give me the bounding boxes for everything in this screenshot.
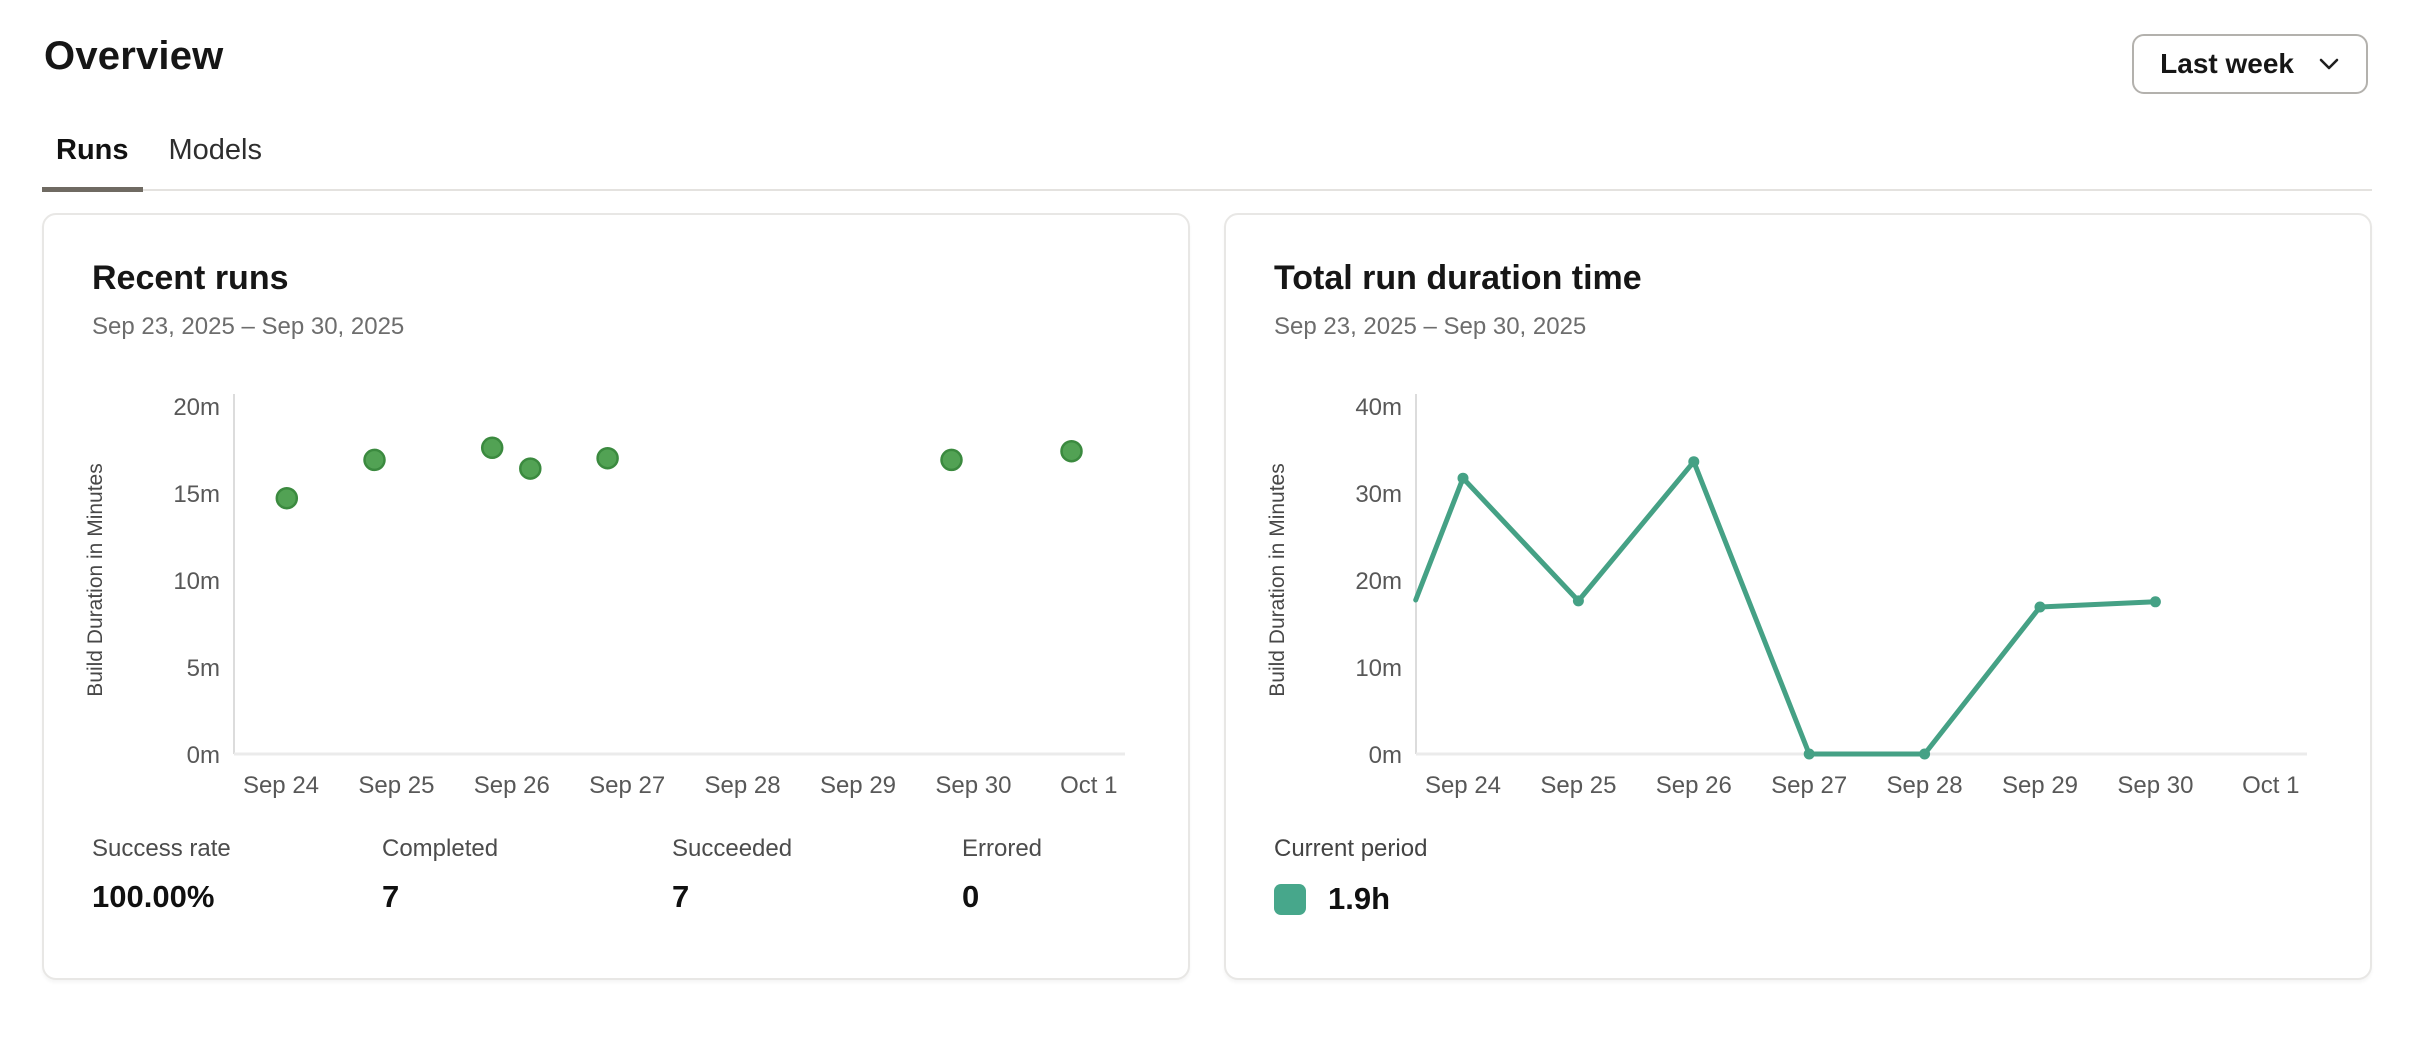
tab-models[interactable]: Models — [155, 130, 277, 192]
svg-text:0m: 0m — [187, 742, 220, 769]
stat-value: 100.00% — [92, 879, 382, 915]
page-title: Overview — [44, 34, 224, 79]
svg-text:10m: 10m — [173, 568, 220, 595]
chart-legend: Current period 1.9h — [1274, 835, 1427, 917]
svg-text:Build Duration in Minutes: Build Duration in Minutes — [1266, 463, 1289, 696]
svg-text:Sep 26: Sep 26 — [474, 772, 550, 799]
run-stats-row: Success rate 100.00% Completed 7 Succeed… — [92, 835, 1252, 915]
tab-runs[interactable]: Runs — [42, 130, 143, 192]
svg-text:0m: 0m — [1369, 742, 1402, 769]
recent-runs-scatter-chart: 0m 5m 10m 15m 20m Sep 24 Sep 25 Sep 26 Sep 27 Sep… — [44, 375, 1192, 815]
stat-value: 7 — [672, 879, 962, 915]
svg-text:Oct 1: Oct 1 — [1060, 772, 1117, 799]
legend-value: 1.9h — [1328, 881, 1390, 917]
recent-runs-title: Recent runs — [92, 259, 289, 298]
svg-text:Sep 30: Sep 30 — [935, 772, 1011, 799]
svg-text:30m: 30m — [1355, 481, 1402, 508]
period-selector-dropdown[interactable]: Last week — [2132, 34, 2368, 94]
stat-succeeded: Succeeded 7 — [672, 835, 962, 915]
recent-runs-date-range: Sep 23, 2025 – Sep 30, 2025 — [92, 313, 404, 341]
legend-row: 1.9h — [1274, 881, 1427, 917]
svg-text:Sep 26: Sep 26 — [1656, 772, 1732, 799]
legend-color-swatch — [1274, 884, 1306, 915]
svg-text:Oct 1: Oct 1 — [2242, 772, 2299, 799]
total-run-duration-card: Total run duration time Sep 23, 2025 – S… — [1224, 213, 2372, 980]
svg-text:Sep 28: Sep 28 — [1887, 772, 1963, 799]
svg-text:Sep 29: Sep 29 — [820, 772, 896, 799]
stat-label: Success rate — [92, 835, 382, 863]
svg-text:Sep 27: Sep 27 — [1771, 772, 1847, 799]
recent-runs-card: Recent runs Sep 23, 2025 – Sep 30, 2025 … — [42, 213, 1190, 980]
total-run-duration-line-chart: 0m 10m 20m 30m 40m Sep 24 Sep 25 Sep 26 Sep 27 Se… — [1226, 375, 2374, 815]
svg-text:20m: 20m — [1355, 568, 1402, 595]
svg-text:Sep 25: Sep 25 — [358, 772, 434, 799]
svg-text:15m: 15m — [173, 481, 220, 508]
svg-text:20m: 20m — [173, 394, 220, 421]
svg-text:5m: 5m — [187, 655, 220, 682]
stat-success-rate: Success rate 100.00% — [92, 835, 382, 915]
svg-text:10m: 10m — [1355, 655, 1402, 682]
chevron-down-icon — [2318, 57, 2340, 71]
svg-text:Sep 28: Sep 28 — [705, 772, 781, 799]
stat-label: Errored — [962, 835, 1252, 863]
period-selector-label: Last week — [2160, 48, 2294, 80]
stat-completed: Completed 7 — [382, 835, 672, 915]
stat-errored: Errored 0 — [962, 835, 1252, 915]
svg-text:Sep 27: Sep 27 — [589, 772, 665, 799]
legend-label: Current period — [1274, 835, 1427, 863]
svg-text:40m: 40m — [1355, 394, 1402, 421]
stat-label: Completed — [382, 835, 672, 863]
stat-label: Succeeded — [672, 835, 962, 863]
svg-text:Sep 29: Sep 29 — [2002, 772, 2078, 799]
stat-value: 7 — [382, 879, 672, 915]
svg-text:Sep 24: Sep 24 — [1425, 772, 1501, 799]
svg-text:Sep 25: Sep 25 — [1540, 772, 1616, 799]
svg-text:Sep 30: Sep 30 — [2117, 772, 2193, 799]
svg-text:Build Duration in Minutes: Build Duration in Minutes — [84, 463, 107, 696]
tab-bar: Runs Models — [42, 130, 2372, 191]
total-run-duration-title: Total run duration time — [1274, 259, 1642, 298]
svg-text:Sep 24: Sep 24 — [243, 772, 319, 799]
stat-value: 0 — [962, 879, 1252, 915]
total-run-duration-date-range: Sep 23, 2025 – Sep 30, 2025 — [1274, 313, 1586, 341]
